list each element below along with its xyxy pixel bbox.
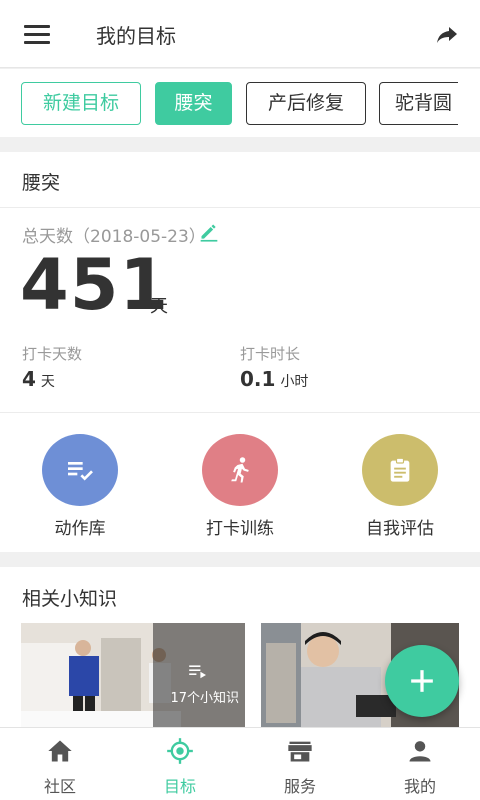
knowledge-count: 17个小知识 — [170, 691, 239, 706]
checkin-training-circle — [202, 434, 278, 506]
checkin-training-label: 打卡训练 — [206, 519, 274, 539]
target-icon — [167, 738, 193, 764]
share-icon[interactable] — [434, 22, 460, 46]
list-check-icon — [68, 462, 93, 481]
clipboard-icon — [390, 457, 410, 482]
store-icon — [288, 741, 312, 762]
goal-card: 腰突 总天数（2018-05-23） 451 天 打卡天数 4天 打卡时长 0.… — [0, 152, 480, 552]
playlist-icon — [189, 665, 206, 679]
knowledge-card[interactable]: 17个小知识 — [21, 623, 245, 727]
new-goal-button[interactable]: 新建目标 — [21, 82, 141, 125]
nav-me[interactable]: 我的 — [360, 728, 480, 800]
goal-chip-bar: 新建目标 腰突 产后修复 驼背圆 — [0, 69, 480, 137]
nav-services-label: 服务 — [283, 777, 316, 796]
checkin-hours-stat: 0.1 小时 — [240, 367, 308, 391]
checkin-days-value: 4 — [22, 367, 36, 391]
nav-goals[interactable]: 目标 — [120, 728, 240, 800]
chip-bar-edge — [458, 69, 480, 137]
total-days-unit: 天 — [150, 296, 168, 317]
checkin-training-button[interactable]: 打卡训练 — [180, 434, 300, 539]
add-button[interactable] — [385, 645, 459, 717]
total-days-value: 451 — [20, 244, 170, 326]
self-assessment-button[interactable]: 自我评估 — [340, 434, 460, 539]
exercise-library-label: 动作库 — [54, 519, 106, 539]
checkin-days-stat: 4天 — [22, 367, 55, 391]
divider — [0, 412, 480, 413]
divider — [0, 207, 480, 208]
checkin-days-unit: 天 — [40, 374, 55, 390]
menu-icon[interactable] — [24, 25, 50, 45]
page-title: 我的目标 — [96, 24, 176, 48]
goal-chip-chanhou[interactable]: 产后修复 — [246, 82, 366, 125]
self-assessment-label: 自我评估 — [366, 519, 434, 539]
edit-icon[interactable] — [199, 222, 219, 242]
bottom-nav: 社区 目标 服务 我的 — [0, 727, 480, 800]
self-assessment-circle — [362, 434, 438, 506]
plus-icon — [411, 670, 433, 692]
nav-community-label: 社区 — [43, 777, 76, 796]
checkin-days-label: 打卡天数 — [22, 345, 83, 363]
running-icon — [231, 457, 249, 483]
checkin-hours-label: 打卡时长 — [240, 345, 301, 363]
top-bar: 我的目标 — [0, 0, 480, 68]
checkin-hours-value: 0.1 — [240, 367, 276, 391]
exercise-library-circle — [42, 434, 118, 506]
home-icon — [48, 740, 72, 762]
goal-title: 腰突 — [22, 172, 61, 194]
checkin-hours-unit: 小时 — [280, 374, 309, 390]
exercise-library-button[interactable]: 动作库 — [20, 434, 140, 539]
nav-community[interactable]: 社区 — [0, 728, 120, 800]
person-icon — [409, 741, 431, 762]
goal-chip-yaotu[interactable]: 腰突 — [155, 82, 232, 125]
nav-goals-label: 目标 — [163, 777, 196, 796]
nav-me-label: 我的 — [403, 777, 436, 796]
knowledge-title: 相关小知识 — [22, 588, 118, 610]
nav-services[interactable]: 服务 — [240, 728, 360, 800]
